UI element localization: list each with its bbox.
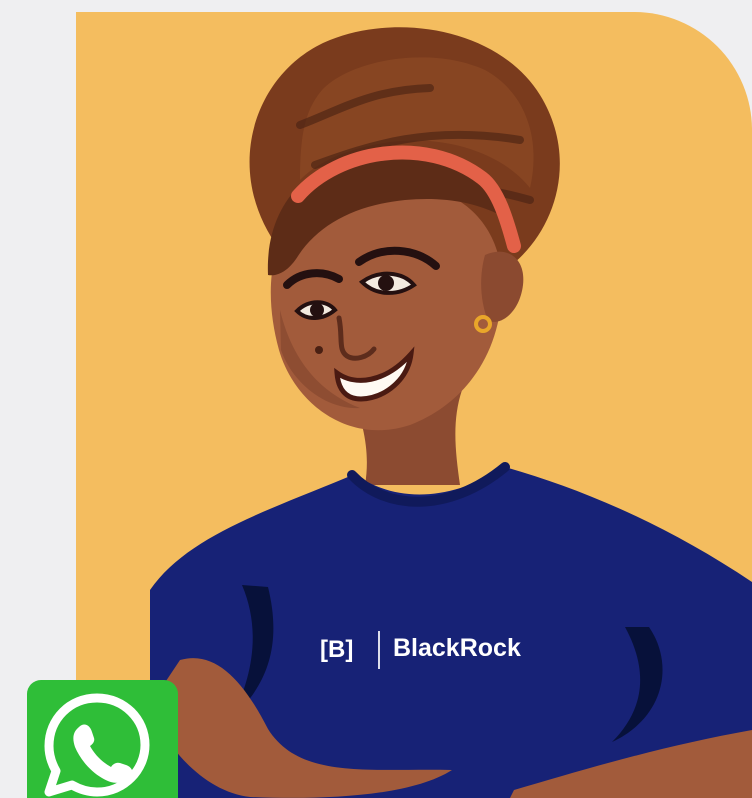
whatsapp-icon [44, 693, 150, 797]
phone-handset [73, 724, 133, 783]
whatsapp-speech-bubble [44, 693, 150, 797]
shirt-brand-mark: [B] [320, 636, 353, 663]
right-pupil [378, 275, 394, 291]
page: [B] BlackRock [0, 0, 752, 798]
left-pupil [310, 303, 324, 317]
whatsapp-button[interactable] [27, 680, 178, 798]
smiling-woman-illustration: [B] BlackRock [150, 27, 752, 798]
ear [481, 251, 524, 322]
beauty-mark [315, 346, 323, 354]
shirt-brand-name: BlackRock [393, 634, 521, 662]
